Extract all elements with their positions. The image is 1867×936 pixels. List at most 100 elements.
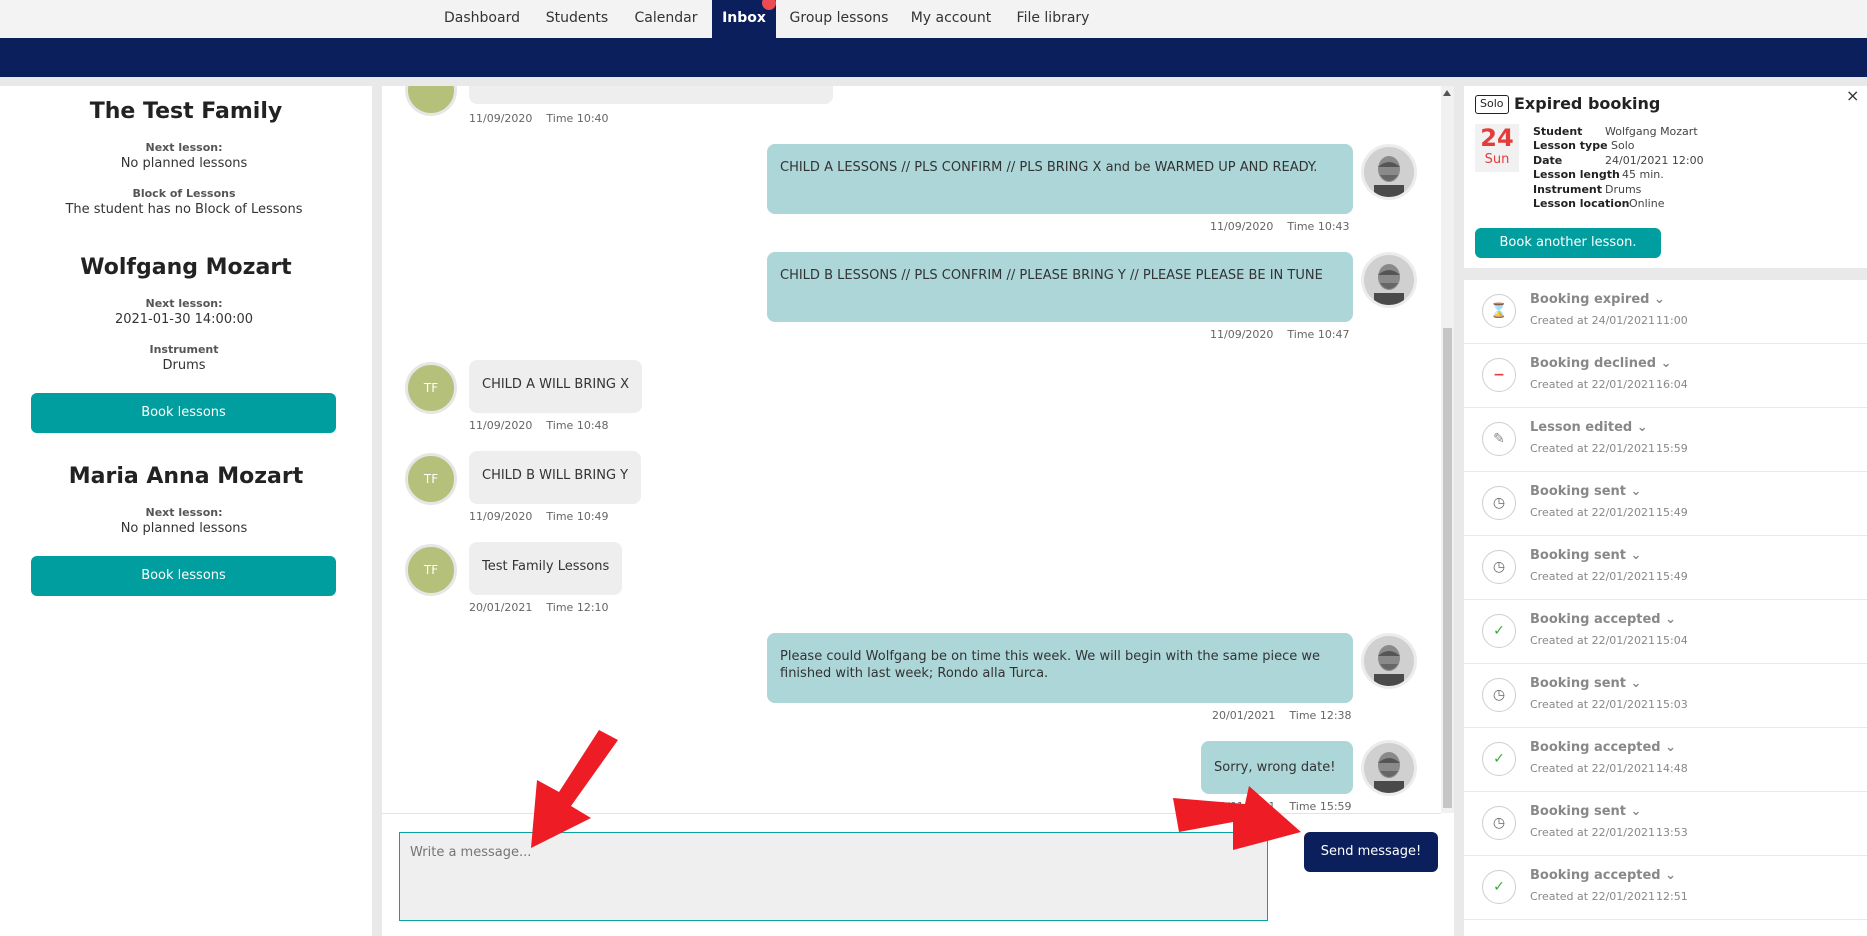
- history-title: Lesson edited ⌄: [1530, 420, 1648, 435]
- history-time: 15:03: [1656, 698, 1688, 711]
- block-value: The student has no Block of Lessons: [65, 202, 303, 217]
- scroll-up-icon[interactable]: [1443, 90, 1451, 96]
- history-item[interactable]: ◷ Booking sent ⌄ Created at 22/01/2021 1…: [1464, 472, 1867, 535]
- message-meta: 11/09/2020 Time 10:47: [1210, 328, 1350, 341]
- message-bubble: [469, 86, 833, 104]
- avatar: [1361, 633, 1417, 689]
- nav-group-lessons[interactable]: Group lessons: [784, 0, 894, 38]
- next-lesson-label: Next lesson:: [145, 506, 223, 519]
- message-bubble: Please could Wolfgang be on time this we…: [767, 633, 1353, 703]
- history-time: 15:49: [1656, 570, 1688, 583]
- message-bubble: CHILD A LESSONS // PLS CONFIRM // PLS BR…: [767, 144, 1353, 214]
- history-title: Booking sent ⌄: [1530, 676, 1642, 691]
- avatar: [1361, 144, 1417, 200]
- detail-label: Lesson location: [1533, 197, 1630, 210]
- history-item[interactable]: ✓ Booking accepted ⌄ Created at 22/01/20…: [1464, 856, 1867, 919]
- history-item[interactable]: ✎ Lesson edited ⌄ Created at 22/01/2021 …: [1464, 408, 1867, 471]
- minus-icon: −: [1482, 358, 1516, 392]
- history-item[interactable]: ◷ Booking sent ⌄ Created at 22/01/2021 1…: [1464, 664, 1867, 727]
- avatar: TF: [405, 453, 457, 505]
- next-lesson-value: No planned lessons: [120, 156, 248, 171]
- message-meta: 11/09/2020 Time 10:48: [469, 419, 609, 432]
- history-item[interactable]: ✓ Booking accepted ⌄ Created at 22/01/20…: [1464, 728, 1867, 791]
- history-created: Created at 22/01/2021: [1530, 890, 1655, 903]
- history-time: 13:53: [1656, 826, 1688, 839]
- history-time: 15:49: [1656, 506, 1688, 519]
- person-photo-icon: [1364, 255, 1414, 305]
- message-bubble: CHILD A WILL BRING X: [469, 360, 643, 413]
- avatar: [1361, 740, 1417, 796]
- message-bubble: CHILD B LESSONS // PLS CONFRIM // PLEASE…: [767, 252, 1353, 322]
- message-meta: 11/09/2020 Time 10:40: [469, 112, 609, 125]
- student-name: The Test Family: [89, 99, 283, 124]
- history-title: Booking expired ⌄: [1530, 292, 1665, 307]
- detail-label: Student: [1533, 125, 1583, 138]
- instrument-label: Instrument: [149, 343, 219, 356]
- nav-students[interactable]: Students: [536, 0, 618, 38]
- detail-value: Solo: [1611, 139, 1635, 152]
- detail-value: 45 min.: [1622, 168, 1664, 181]
- check-icon: ✓: [1482, 870, 1516, 904]
- history-time: 11:00: [1656, 314, 1688, 327]
- history-title: Booking sent ⌄: [1530, 548, 1642, 563]
- booking-title: Expired booking: [1514, 94, 1661, 113]
- detail-label: Lesson length: [1533, 168, 1620, 181]
- check-icon: ✓: [1482, 742, 1516, 776]
- history-item[interactable]: ⌛ Booking expired ⌄ Created at 24/01/202…: [1464, 280, 1867, 343]
- students-panel: The Test Family Next lesson: No planned …: [0, 86, 372, 936]
- detail-label: Date: [1533, 154, 1563, 167]
- message-meta: 11/09/2020 Time 10:49: [469, 510, 609, 523]
- history-created: Created at 22/01/2021: [1530, 762, 1655, 775]
- history-title: Booking accepted ⌄: [1530, 740, 1677, 755]
- history-title: Booking declined ⌄: [1530, 356, 1672, 371]
- book-lessons-button[interactable]: Book lessons: [31, 556, 336, 596]
- message-bubble: CHILD B WILL BRING Y: [469, 451, 642, 504]
- detail-value: Online: [1629, 197, 1665, 210]
- history-item[interactable]: − Booking declined ⌄ Created at 22/01/20…: [1464, 344, 1867, 407]
- history-item[interactable]: ◷ Booking sent ⌄ Created at 22/01/2021 1…: [1464, 792, 1867, 855]
- close-icon[interactable]: ×: [1846, 86, 1859, 105]
- nav-file-library[interactable]: File library: [1012, 0, 1094, 38]
- detail-value: Wolfgang Mozart: [1605, 125, 1698, 138]
- history-item[interactable]: [1464, 920, 1867, 936]
- hourglass-icon: ⌛: [1482, 294, 1516, 328]
- top-navigation: Dashboard Students Calendar Inbox Group …: [0, 0, 1867, 38]
- nav-calendar[interactable]: Calendar: [626, 0, 706, 38]
- next-lesson-label: Next lesson:: [145, 141, 223, 154]
- clock-icon: ◷: [1482, 806, 1516, 840]
- edit-icon: ✎: [1482, 422, 1516, 456]
- student-name: Maria Anna Mozart: [68, 464, 304, 489]
- history-item[interactable]: ◷ Booking sent ⌄ Created at 22/01/2021 1…: [1464, 536, 1867, 599]
- avatar: TF: [405, 362, 457, 414]
- history-created: Created at 24/01/2021: [1530, 314, 1655, 327]
- message-meta: 20/01/2021 Time 12:10: [469, 601, 609, 614]
- history-created: Created at 22/01/2021: [1530, 570, 1655, 583]
- date-day-number: 24: [1480, 124, 1514, 152]
- avatar: TF: [405, 544, 457, 596]
- booking-card: Solo Expired booking × 24 Sun Student Wo…: [1464, 86, 1867, 268]
- scrollbar-thumb[interactable]: [1443, 328, 1452, 808]
- block-label: Block of Lessons: [132, 187, 236, 200]
- red-arrow-icon: [531, 730, 618, 848]
- clock-icon: ◷: [1482, 486, 1516, 520]
- history-item[interactable]: ✓ Booking accepted ⌄ Created at 22/01/20…: [1464, 600, 1867, 663]
- history-time: 12:51: [1656, 890, 1688, 903]
- header-bar: [0, 38, 1867, 77]
- nav-my-account[interactable]: My account: [904, 0, 998, 38]
- send-message-button[interactable]: Send message!: [1304, 832, 1438, 872]
- avatar: [405, 86, 457, 116]
- history-time: 16:04: [1656, 378, 1688, 391]
- next-lesson-value: 2021-01-30 14:00:00: [114, 312, 254, 327]
- history-created: Created at 22/01/2021: [1530, 698, 1655, 711]
- book-lessons-button[interactable]: Book lessons: [31, 393, 336, 433]
- clock-icon: ◷: [1482, 678, 1516, 712]
- clock-icon: ◷: [1482, 550, 1516, 584]
- detail-value: Drums: [1605, 183, 1642, 196]
- book-another-lesson-button[interactable]: Book another lesson.: [1475, 228, 1661, 258]
- history-created: Created at 22/01/2021: [1530, 442, 1655, 455]
- message-list[interactable]: 11/09/2020 Time 10:40 CHILD A LESSONS // …: [382, 86, 1454, 813]
- history-created: Created at 22/01/2021: [1530, 378, 1655, 391]
- nav-dashboard[interactable]: Dashboard: [436, 0, 528, 38]
- lesson-type-badge: Solo: [1475, 95, 1509, 114]
- person-photo-icon: [1364, 147, 1414, 197]
